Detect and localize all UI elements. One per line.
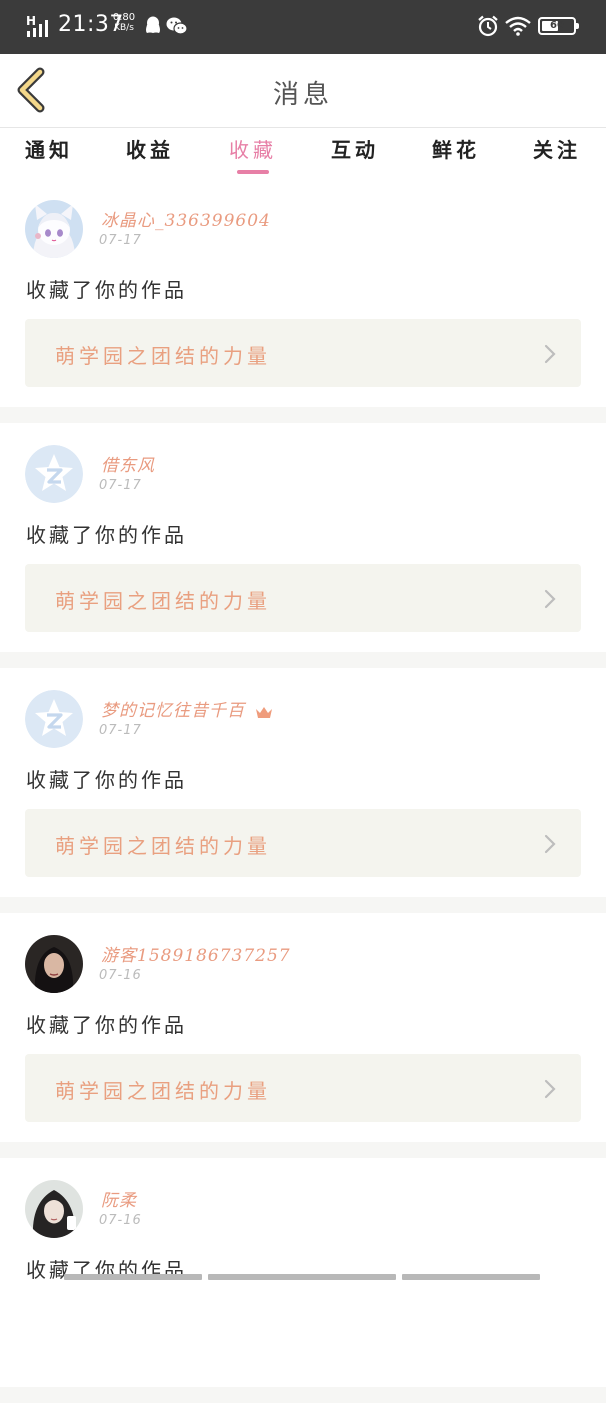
tab-label: 收益 bbox=[126, 138, 174, 162]
list-item: 阮柔 07-16 收藏了你的作品 bbox=[0, 1158, 606, 1403]
network-speed-unit: KB/s bbox=[114, 23, 134, 33]
timestamp: 07-17 bbox=[99, 233, 142, 248]
work-title: 萌学园之团结的力量 bbox=[55, 589, 271, 613]
timestamp: 07-16 bbox=[99, 968, 142, 983]
avatar[interactable] bbox=[25, 445, 83, 503]
tab-follows[interactable]: 关注 bbox=[512, 134, 602, 174]
list-item: 梦的记忆往昔千百 07-17 收藏了你的作品 萌学园之团结的力量 bbox=[0, 668, 606, 913]
work-title: 萌学园之团结的力量 bbox=[55, 834, 271, 858]
list-item: 冰晶心_336399604 07-17 收藏了你的作品 萌学园之团结的力量 bbox=[0, 178, 606, 423]
anime-avatar-icon bbox=[25, 200, 83, 258]
work-link[interactable]: 萌学园之团结的力量 bbox=[25, 1054, 581, 1122]
timestamp: 07-16 bbox=[99, 1213, 142, 1228]
network-type: H bbox=[26, 14, 36, 28]
network-speed: 0.80 KB/s bbox=[111, 12, 137, 34]
avatar[interactable] bbox=[25, 200, 83, 258]
action-text: 收藏了你的作品 bbox=[26, 523, 187, 547]
crown-icon bbox=[256, 706, 273, 718]
username[interactable]: 冰晶心_336399604 bbox=[101, 206, 271, 231]
username[interactable]: 梦的记忆往昔千百 bbox=[101, 696, 273, 721]
work-link[interactable]: 萌学园之团结的力量 bbox=[25, 809, 581, 877]
alarm-icon bbox=[478, 15, 498, 37]
timestamp: 07-17 bbox=[99, 478, 142, 493]
tab-label: 通知 bbox=[25, 138, 73, 162]
wifi-icon bbox=[505, 16, 531, 36]
action-text: 收藏了你的作品 bbox=[26, 768, 187, 792]
photo-avatar-icon bbox=[25, 1180, 83, 1238]
bottom-gesture-bar bbox=[64, 1274, 544, 1280]
action-text: 收藏了你的作品 bbox=[26, 278, 187, 302]
avatar[interactable] bbox=[25, 690, 83, 748]
username[interactable]: 借东风 bbox=[101, 451, 155, 476]
wechat-icon bbox=[166, 17, 188, 35]
tab-interactions[interactable]: 互动 bbox=[310, 134, 400, 174]
photo-avatar-icon bbox=[25, 935, 83, 993]
chevron-right-icon bbox=[544, 589, 556, 609]
tab-label: 收藏 bbox=[229, 138, 277, 162]
timestamp: 07-17 bbox=[99, 723, 142, 738]
chevron-right-icon bbox=[544, 344, 556, 364]
active-tab-indicator bbox=[237, 170, 269, 174]
qq-icon bbox=[146, 16, 160, 33]
tab-bar: 通知 收益 收藏 互动 鲜花 关注 bbox=[0, 128, 606, 178]
signal-icon: H bbox=[26, 14, 48, 37]
tab-earnings[interactable]: 收益 bbox=[105, 134, 195, 174]
network-speed-value: 0.80 bbox=[112, 12, 136, 23]
tab-notifications[interactable]: 通知 bbox=[4, 134, 94, 174]
qzone-default-avatar-icon bbox=[25, 690, 83, 748]
list-item: 借东风 07-17 收藏了你的作品 萌学园之团结的力量 bbox=[0, 423, 606, 668]
work-link[interactable]: 萌学园之团结的力量 bbox=[25, 319, 581, 387]
status-bar: H 21:37 0.80 KB/s 60 bbox=[0, 0, 606, 54]
username[interactable]: 游客15891867372​57 bbox=[101, 941, 291, 966]
page-title: 消息 bbox=[272, 80, 333, 110]
tab-flowers[interactable]: 鲜花 bbox=[411, 134, 501, 174]
work-title: 萌学园之团结的力量 bbox=[55, 344, 271, 368]
username-text: 梦的记忆往昔千百 bbox=[101, 701, 245, 721]
battery-icon: 60 bbox=[538, 17, 579, 35]
tab-favorites[interactable]: 收藏 bbox=[208, 134, 298, 174]
work-title: 萌学园之团结的力量 bbox=[55, 1079, 271, 1103]
chevron-right-icon bbox=[544, 834, 556, 854]
avatar[interactable] bbox=[25, 1180, 83, 1238]
tab-label: 鲜花 bbox=[432, 138, 480, 162]
top-app-bar: 消息 bbox=[0, 54, 606, 128]
battery-level: 60 bbox=[550, 20, 564, 31]
username[interactable]: 阮柔 bbox=[101, 1186, 137, 1211]
action-text: 收藏了你的作品 bbox=[26, 1013, 187, 1037]
tab-label: 关注 bbox=[533, 138, 581, 162]
tab-label: 互动 bbox=[331, 138, 379, 162]
list-item: 游客15891867372​57 07-16 收藏了你的作品 萌学园之团结的力量 bbox=[0, 913, 606, 1158]
work-link[interactable]: 萌学园之团结的力量 bbox=[25, 564, 581, 632]
chevron-right-icon bbox=[544, 1079, 556, 1099]
avatar[interactable] bbox=[25, 935, 83, 993]
notification-list: 冰晶心_336399604 07-17 收藏了你的作品 萌学园之团结的力量 借东… bbox=[0, 178, 606, 1403]
qzone-default-avatar-icon bbox=[25, 445, 83, 503]
